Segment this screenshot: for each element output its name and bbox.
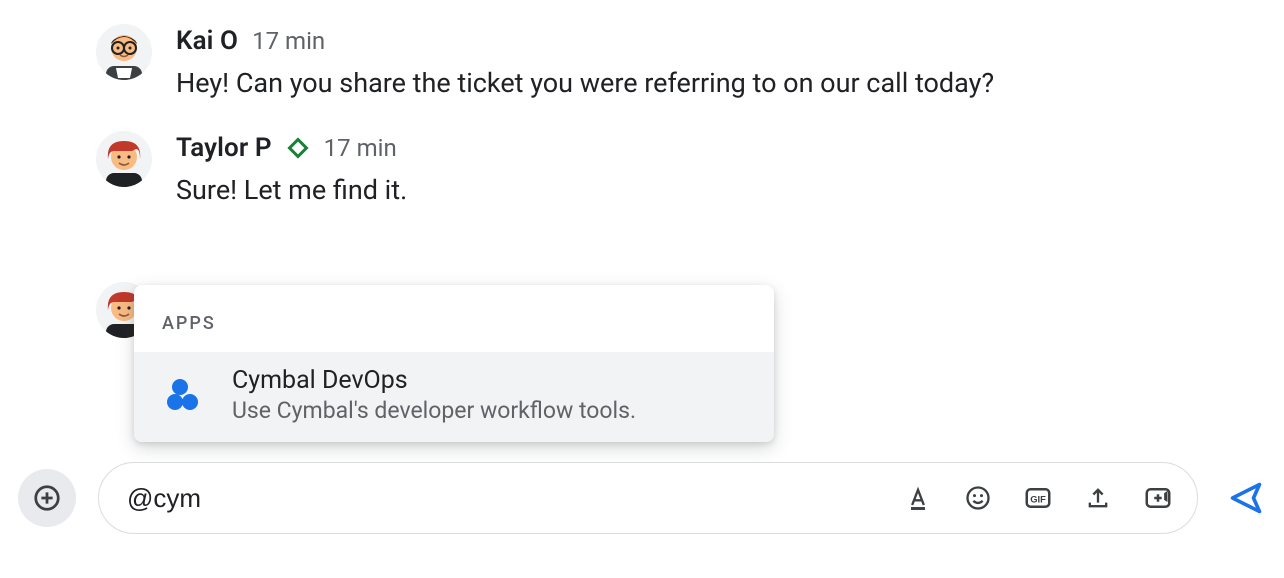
- message-input[interactable]: [125, 482, 901, 515]
- mention-section-header: Apps: [134, 285, 774, 352]
- compose-row: GIF: [18, 462, 1266, 534]
- message-timestamp: 17 min: [324, 134, 397, 162]
- avatar: [96, 131, 152, 187]
- status-badge-icon: [286, 136, 310, 160]
- message-sender-name: Kai O: [176, 26, 238, 56]
- video-meeting-button[interactable]: [1141, 481, 1175, 515]
- mention-item-description: Use Cymbal's developer workflow tools.: [232, 397, 636, 424]
- gif-button[interactable]: GIF: [1021, 481, 1055, 515]
- app-icon: [162, 374, 204, 416]
- chat-message: Taylor P 17 min Sure! Let me find it.: [0, 127, 1284, 234]
- message-sender-name: Taylor P: [176, 133, 272, 163]
- compose-box: GIF: [98, 462, 1198, 534]
- mention-suggestion-popup: Apps Cymbal DevOps Use Cymbal's develope…: [134, 285, 774, 442]
- mention-suggestion-item[interactable]: Cymbal DevOps Use Cymbal's developer wor…: [134, 352, 774, 442]
- avatar: [96, 24, 152, 80]
- chat-message: Kai O 17 min Hey! Can you share the tick…: [0, 20, 1284, 127]
- message-text: Hey! Can you share the ticket you were r…: [176, 64, 1284, 103]
- emoji-button[interactable]: [961, 481, 995, 515]
- message-text: Sure! Let me find it.: [176, 171, 1284, 210]
- upload-button[interactable]: [1081, 481, 1115, 515]
- format-text-button[interactable]: [901, 481, 935, 515]
- add-attachment-button[interactable]: [18, 469, 76, 527]
- mention-item-name: Cymbal DevOps: [232, 366, 636, 395]
- svg-text:GIF: GIF: [1030, 494, 1046, 504]
- send-button[interactable]: [1226, 478, 1266, 518]
- chat-area: Kai O 17 min Hey! Can you share the tick…: [0, 0, 1284, 234]
- message-timestamp: 17 min: [252, 27, 325, 55]
